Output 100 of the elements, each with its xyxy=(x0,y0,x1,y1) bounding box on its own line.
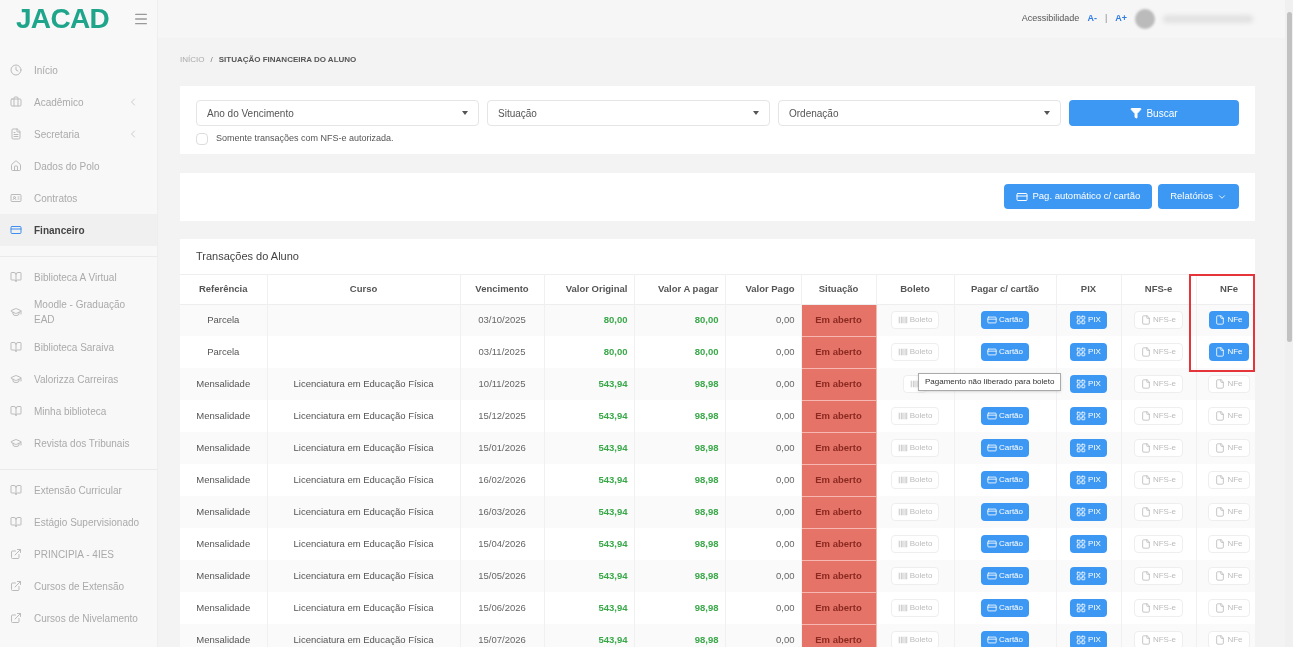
sidebar-item[interactable]: Secretaria xyxy=(0,118,157,150)
sidebar-item[interactable]: Estágio Supervisionado xyxy=(0,506,157,538)
book-icon xyxy=(10,516,22,528)
nfe-button[interactable]: NFe xyxy=(1208,534,1250,553)
grid-icon xyxy=(1076,378,1087,389)
pix-button[interactable]: PIX xyxy=(1070,311,1107,330)
sidebar-item[interactable]: Biblioteca A Virtual xyxy=(0,261,157,293)
increase-font-button[interactable]: A+ xyxy=(1115,12,1127,26)
sidebar-item[interactable]: Valorizza Carreiras xyxy=(0,363,157,395)
column-header: Vencimento xyxy=(460,274,544,304)
column-header: Referência xyxy=(180,274,267,304)
breadcrumb-current: SITUAÇÃO FINANCEIRA DO ALUNO xyxy=(218,54,357,66)
nfse-button[interactable]: NFS-e xyxy=(1133,598,1184,617)
external-link-icon xyxy=(10,580,22,592)
pix-button[interactable]: PIX xyxy=(1070,598,1107,617)
nfe-button[interactable]: NFe xyxy=(1208,598,1250,617)
boleto-button[interactable]: Boleto xyxy=(890,311,940,330)
nfe-button[interactable]: NFe xyxy=(1209,311,1249,330)
boleto-button[interactable]: Boleto xyxy=(890,630,940,647)
sidebar-item[interactable]: Acadêmico xyxy=(0,86,157,118)
document-icon xyxy=(1215,346,1226,357)
pix-button[interactable]: PIX xyxy=(1070,374,1107,393)
status-cell: Em aberto xyxy=(801,496,876,528)
nfse-button[interactable]: NFS-e xyxy=(1133,406,1184,425)
pix-button[interactable]: PIX xyxy=(1070,630,1107,647)
pix-button[interactable]: PIX xyxy=(1070,406,1107,425)
card-button[interactable]: Cartão xyxy=(981,534,1029,553)
boleto-button[interactable]: Boleto xyxy=(890,566,940,585)
breadcrumb-link[interactable]: INÍCIO xyxy=(180,54,205,66)
pix-button[interactable]: PIX xyxy=(1070,566,1107,585)
auto-pay-button[interactable]: Pag. automático c/ cartão xyxy=(1004,184,1153,209)
sidebar-item[interactable]: Revista dos Tribunais xyxy=(0,427,157,459)
boleto-button[interactable]: Boleto xyxy=(890,470,940,489)
sidebar-item[interactable]: Cursos de Extensão xyxy=(0,570,157,602)
pix-button[interactable]: PIX xyxy=(1070,342,1107,361)
checkbox[interactable] xyxy=(196,132,208,145)
nfse-button[interactable]: NFS-e xyxy=(1133,566,1184,585)
nfse-button[interactable]: NFS-e xyxy=(1133,534,1184,553)
decrease-font-button[interactable]: A- xyxy=(1087,12,1097,26)
sidebar-item[interactable]: Contratos xyxy=(0,182,157,214)
sidebar-item[interactable]: Cursos de Nivelamento xyxy=(0,602,157,634)
card-button[interactable]: Cartão xyxy=(981,311,1029,330)
nfe-button[interactable]: NFe xyxy=(1208,438,1250,457)
sidebar-item[interactable]: Dados do Polo xyxy=(0,150,157,182)
nfe-button[interactable]: NFe xyxy=(1208,406,1250,425)
barcode-icon xyxy=(897,634,908,645)
sidebar-item[interactable]: Extensão Curricular xyxy=(0,474,157,506)
nfse-button[interactable]: NFS-e xyxy=(1133,342,1184,361)
nfse-button[interactable]: NFS-e xyxy=(1133,311,1184,330)
sidebar-item[interactable]: PRINCIPIA - 4IES xyxy=(0,538,157,570)
nfe-button[interactable]: NFe xyxy=(1208,374,1250,393)
nfse-button[interactable]: NFS-e xyxy=(1133,438,1184,457)
pix-button[interactable]: PIX xyxy=(1070,438,1107,457)
reports-button[interactable]: Relatórios xyxy=(1158,184,1239,209)
nfse-button[interactable]: NFS-e xyxy=(1133,470,1184,489)
card-button[interactable]: Cartão xyxy=(981,502,1029,521)
sidebar-item[interactable]: Início xyxy=(0,54,157,86)
card-button[interactable]: Cartão xyxy=(981,438,1029,457)
boleto-button[interactable]: Boleto xyxy=(890,502,940,521)
nfe-button[interactable]: NFe xyxy=(1209,342,1249,361)
nfe-button[interactable]: NFe xyxy=(1208,470,1250,489)
card-button[interactable]: Cartão xyxy=(981,406,1029,425)
select-field[interactable]: Ano do Vencimento xyxy=(196,100,479,126)
card-button[interactable]: Cartão xyxy=(981,470,1029,489)
card-button[interactable]: Cartão xyxy=(981,630,1029,647)
nfe-button[interactable]: NFe xyxy=(1208,502,1250,521)
search-button[interactable]: Buscar xyxy=(1069,100,1239,126)
book-icon xyxy=(10,405,22,417)
breadcrumb-separator: / xyxy=(210,54,213,66)
sidebar-item[interactable]: Moodle - Graduação EAD xyxy=(0,293,157,331)
menu-icon[interactable] xyxy=(132,11,149,27)
card-button[interactable]: Cartão xyxy=(981,566,1029,585)
status-cell: Em aberto xyxy=(801,304,876,336)
boleto-button[interactable]: Boleto xyxy=(890,406,940,425)
sidebar-item[interactable]: Minha biblioteca xyxy=(0,395,157,427)
pix-button[interactable]: PIX xyxy=(1070,470,1107,489)
nfe-button[interactable]: NFe xyxy=(1208,566,1250,585)
external-link-icon xyxy=(10,612,22,624)
card-icon xyxy=(987,506,997,517)
select-field[interactable]: Situação xyxy=(487,100,770,126)
sidebar-item[interactable]: Financeiro xyxy=(0,214,157,246)
boleto-button[interactable]: Boleto xyxy=(890,534,940,553)
boleto-button[interactable]: Boleto xyxy=(890,598,940,617)
pix-button[interactable]: PIX xyxy=(1070,502,1107,521)
nfse-button[interactable]: NFS-e xyxy=(1133,374,1184,393)
boleto-button[interactable]: Boleto xyxy=(890,438,940,457)
card-button[interactable]: Cartão xyxy=(981,342,1029,361)
status-cell: Em aberto xyxy=(801,592,876,624)
sidebar-item[interactable]: Biblioteca Saraiva xyxy=(0,331,157,363)
card-icon xyxy=(1016,190,1029,203)
boleto-button[interactable]: Boleto xyxy=(890,342,940,361)
nfse-button[interactable]: NFS-e xyxy=(1133,502,1184,521)
avatar[interactable] xyxy=(1135,9,1155,29)
nfe-button[interactable]: NFe xyxy=(1208,630,1250,647)
select-field[interactable]: Ordenação xyxy=(778,100,1061,126)
pix-button[interactable]: PIX xyxy=(1070,534,1107,553)
column-header: Pagar c/ cartão xyxy=(954,274,1056,304)
card-button[interactable]: Cartão xyxy=(981,598,1029,617)
nfse-button[interactable]: NFS-e xyxy=(1133,630,1184,647)
barcode-icon xyxy=(897,538,908,549)
